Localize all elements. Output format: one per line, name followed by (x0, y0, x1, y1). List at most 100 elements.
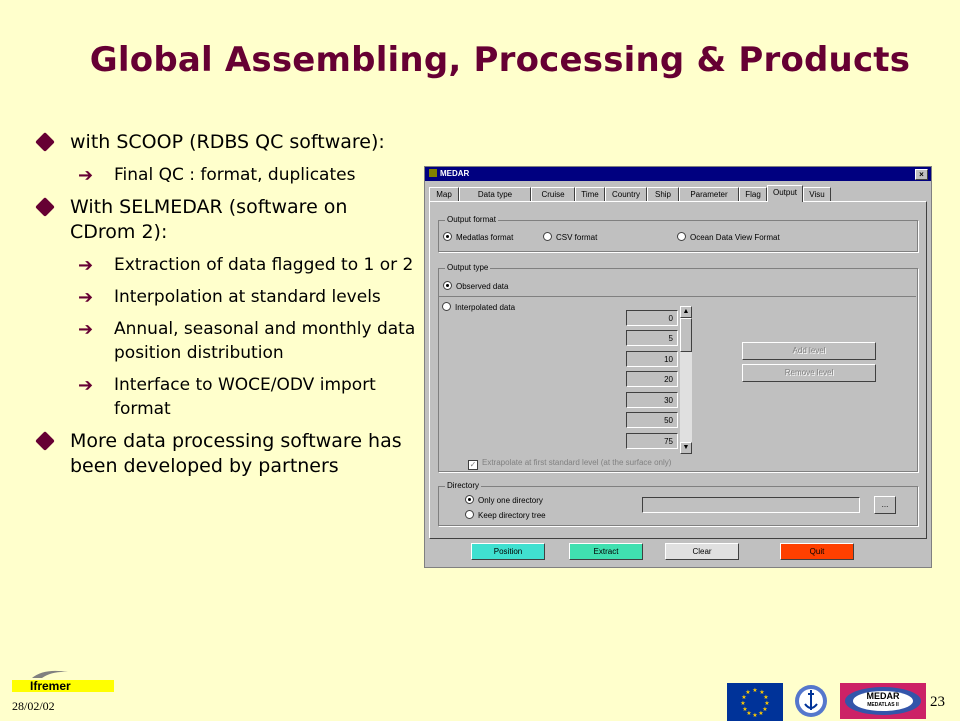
close-icon[interactable]: × (915, 169, 928, 180)
radio-selected-icon (443, 281, 452, 290)
tab-flag[interactable]: Flag (739, 187, 767, 201)
sub-bullet-text: Final QC : format, duplicates (114, 165, 356, 185)
bullet-text: More data processing software has been d… (70, 430, 402, 477)
extract-button[interactable]: Extract (569, 543, 643, 560)
output-format-group: Output format Medatlas format CSV format… (438, 215, 918, 252)
radio-icon (465, 510, 474, 519)
radio-icon (543, 232, 552, 241)
quit-button[interactable]: Quit (780, 543, 854, 560)
sub-bullet-item: ➔ Interpolation at standard levels (36, 285, 416, 309)
bullet-list: with SCOOP (RDBS QC software): ➔ Final QC… (35, 130, 416, 487)
bullet-item: with SCOOP (RDBS QC software): (35, 130, 416, 155)
add-level-button[interactable]: Add level (742, 342, 876, 360)
radio-selected-icon (465, 495, 474, 504)
group-label: Output type (445, 263, 491, 272)
page-number: 23 (930, 694, 945, 710)
bullet-item: More data processing software has been d… (35, 429, 416, 479)
checkbox-checked-icon: ✓ (468, 460, 478, 470)
svg-text:★: ★ (740, 700, 745, 707)
tab-time[interactable]: Time (575, 187, 605, 201)
sub-bullet-item: ➔ Annual, seasonal and monthly data posit… (36, 317, 416, 365)
directory-path-field[interactable] (642, 497, 860, 513)
svg-text:★: ★ (752, 687, 757, 694)
medatlas-logo-text: MEDATLAS II (867, 702, 899, 708)
radio-selected-icon (443, 232, 452, 241)
sub-bullet-item: ➔ Final QC : format, duplicates (36, 163, 416, 187)
diamond-bullet-icon (35, 431, 55, 451)
slide-title: Global Assembling, Processing & Products (89, 40, 911, 80)
levels-scrollbar[interactable]: ▲ ▼ (680, 306, 692, 454)
radio-label: Only one directory (478, 496, 543, 505)
medar-logo-text: MEDAR (866, 691, 900, 701)
tab-cruise[interactable]: Cruise (531, 187, 575, 201)
medar-dialog: MEDAR × Map Data type Cruise Time Countr… (424, 166, 932, 568)
radio-icon (677, 232, 686, 241)
bullet-text: With SELMEDAR (software on CDrom 2): (70, 196, 348, 243)
group-label: Output format (445, 215, 498, 224)
radio-label: Observed data (456, 282, 509, 291)
app-icon (429, 169, 437, 177)
radio-keep-directory-tree[interactable]: Keep directory tree (465, 510, 546, 521)
tab-parameter[interactable]: Parameter (679, 187, 739, 201)
sub-bullet-item: ➔ Interface to WOCE/ODV import format (36, 373, 416, 421)
diamond-bullet-icon (35, 197, 55, 217)
browse-button[interactable]: ... (874, 496, 896, 514)
svg-text:★: ★ (742, 706, 747, 713)
scroll-up-icon[interactable]: ▲ (680, 306, 692, 318)
tab-visu[interactable]: Visu (803, 187, 831, 201)
scroll-thumb[interactable] (680, 318, 692, 352)
clear-button[interactable]: Clear (665, 543, 739, 560)
tab-output[interactable]: Output (767, 185, 803, 202)
checkbox-label: Extrapolate at first standard level (at … (482, 458, 672, 467)
tab-data-type[interactable]: Data type (459, 187, 531, 201)
tab-ship[interactable]: Ship (647, 187, 679, 201)
dialog-titlebar: MEDAR × (425, 167, 931, 181)
tab-map[interactable]: Map (429, 187, 459, 201)
arrow-bullet-icon: ➔ (78, 165, 94, 186)
slide-date: 28/02/02 (12, 699, 55, 713)
eu-flag-icon: ★ ★★ ★★★ ★★★ ★★★ (727, 683, 783, 721)
sub-bullet-text: Interpolation at standard levels (114, 287, 381, 307)
radio-label: Ocean Data View Format (690, 233, 780, 242)
level-cell[interactable]: 0 (626, 310, 678, 326)
radio-one-directory[interactable]: Only one directory (465, 495, 543, 506)
medar-logo: MEDAR MEDATLAS II (840, 683, 926, 719)
level-cell[interactable]: 20 (626, 371, 678, 387)
svg-text:★: ★ (758, 710, 763, 717)
bullet-item: With SELMEDAR (software on CDrom 2): (35, 195, 416, 245)
tab-country[interactable]: Country (605, 187, 647, 201)
level-cell[interactable]: 5 (626, 330, 678, 346)
extrapolate-checkbox[interactable]: ✓ Extrapolate at first standard level (at… (468, 458, 671, 470)
radio-interpolated-data[interactable]: Interpolated data (442, 302, 515, 313)
radio-icon (442, 302, 451, 311)
arrow-bullet-icon: ➔ (78, 287, 94, 308)
radio-odv-format[interactable]: Ocean Data View Format (677, 232, 780, 243)
diamond-bullet-icon (35, 132, 55, 152)
group-divider (438, 296, 916, 297)
group-label: Directory (445, 481, 482, 490)
radio-medatlas-format[interactable]: Medatlas format (443, 232, 513, 243)
ioc-logo-icon (795, 685, 827, 717)
position-button[interactable]: Position (471, 543, 545, 560)
sub-bullet-text: Annual, seasonal and monthly data positi… (114, 319, 416, 363)
radio-csv-format[interactable]: CSV format (543, 232, 597, 243)
medar-badge-icon (840, 683, 926, 719)
level-cell[interactable]: 75 (626, 433, 678, 449)
radio-label: Keep directory tree (478, 511, 546, 520)
svg-text:★: ★ (752, 712, 757, 719)
radio-observed-data[interactable]: Observed data (443, 281, 508, 292)
radio-label: CSV format (556, 233, 598, 242)
arrow-bullet-icon: ➔ (78, 319, 94, 340)
level-cell[interactable]: 10 (626, 351, 678, 367)
scroll-down-icon[interactable]: ▼ (680, 442, 692, 454)
remove-level-button[interactable]: Remove level (742, 364, 876, 382)
level-cell[interactable]: 50 (626, 412, 678, 428)
dialog-title: MEDAR (440, 169, 470, 178)
sub-bullet-text: Extraction of data flagged to 1 or 2 (114, 255, 414, 275)
arrow-bullet-icon: ➔ (78, 255, 94, 276)
radio-label: Interpolated data (455, 303, 516, 312)
bullet-text: with SCOOP (RDBS QC software): (70, 131, 385, 153)
level-cell[interactable]: 30 (626, 392, 678, 408)
sub-bullet-item: ➔ Extraction of data flagged to 1 or 2 (36, 253, 416, 277)
ifremer-logo-text: Ifremer (30, 679, 71, 693)
